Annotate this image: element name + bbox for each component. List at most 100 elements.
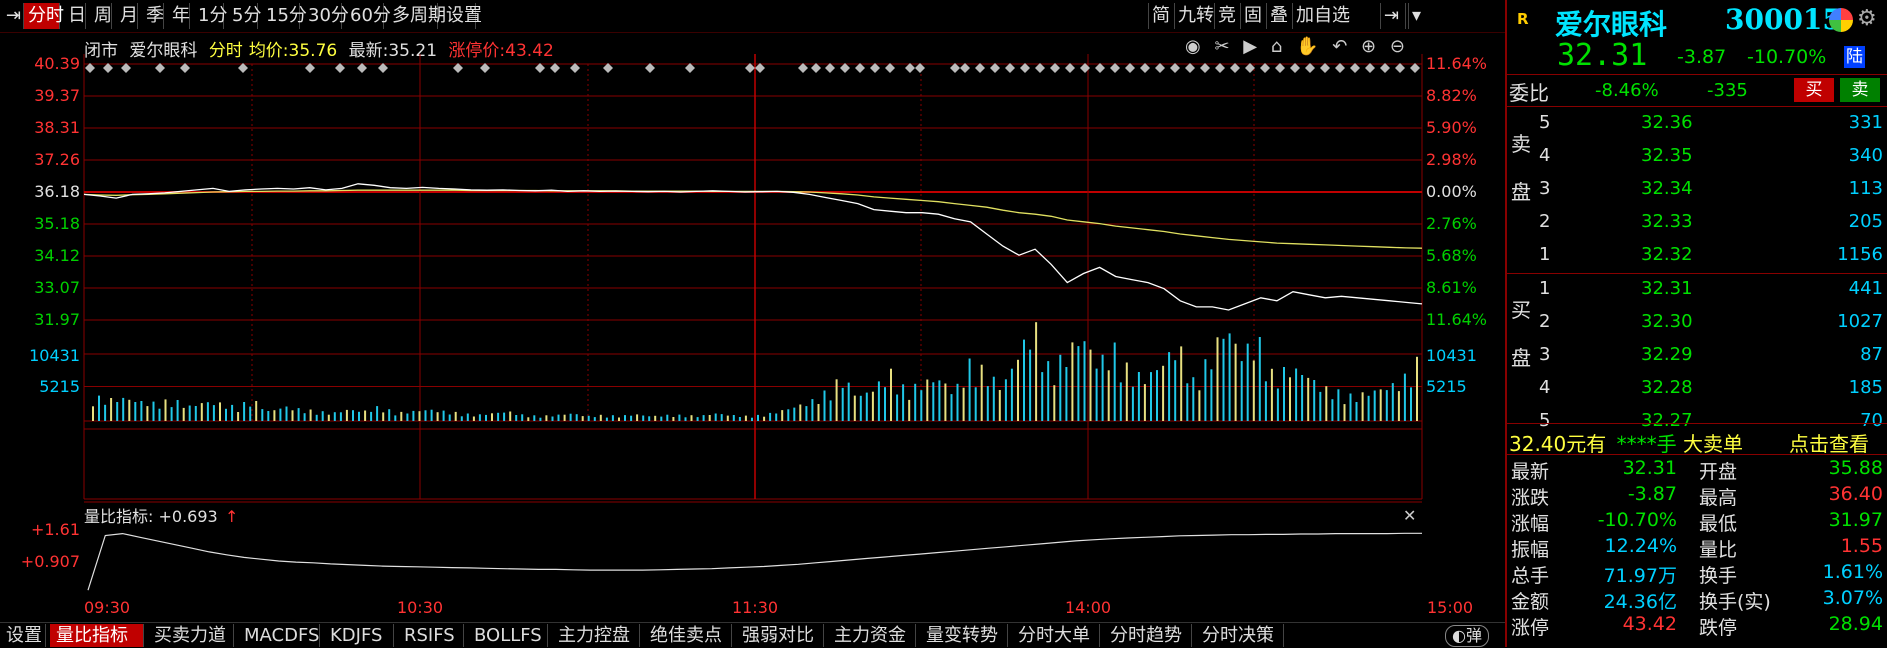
stat-label: 涨幅	[1511, 513, 1550, 535]
price-line	[83, 183, 1423, 311]
indicator-tab-3[interactable]: MACDFS	[238, 624, 320, 647]
volume-bar	[436, 412, 439, 421]
volume-bar	[448, 414, 451, 421]
stat-label: 最低	[1699, 513, 1738, 535]
indicator-tab-9[interactable]: 强弱对比	[736, 624, 824, 647]
period-tab-6[interactable]: 1分	[194, 3, 227, 29]
bid-level: 2	[1539, 311, 1551, 332]
ask-row[interactable]: 3 32.34 113	[1507, 174, 1887, 204]
volume-bar	[1240, 361, 1243, 421]
volume-bar	[992, 376, 995, 421]
indicator-tab-5[interactable]: RSIFS	[398, 624, 464, 647]
indicator-tab-13[interactable]: 分时趋势	[1104, 624, 1192, 647]
period-tab-8[interactable]: 15分	[262, 3, 307, 29]
volume-bar	[1355, 402, 1358, 421]
bid-row[interactable]: 2 32.30 1027	[1507, 307, 1887, 337]
y-tick-right: 8.82%	[1426, 86, 1477, 105]
indicator-tab-4[interactable]: KDJFS	[324, 624, 394, 647]
sell-button[interactable]: 卖	[1840, 78, 1880, 102]
stat-value: 24.36亿	[1603, 591, 1677, 613]
y-tick-left: 38.31	[34, 118, 80, 137]
intraday-chart[interactable]: 40.39 39.37 38.31 37.26 36.18 35.18 34.12 33.07…	[0, 32, 1505, 617]
pie-icon[interactable]	[1829, 8, 1853, 32]
ask-row[interactable]: 5 32.36 331	[1507, 108, 1887, 138]
pin-icon[interactable]: ⇥	[2, 3, 24, 29]
volume-bar	[835, 379, 838, 421]
bid-row[interactable]: 4 32.28 185	[1507, 373, 1887, 403]
toolbar-right-2[interactable]: 竞	[1214, 3, 1238, 29]
y-tick-left: 40.39	[34, 54, 80, 73]
volume-bar	[581, 416, 584, 421]
period-tab-0[interactable]: 分时	[24, 3, 64, 29]
big-order-link[interactable]: 点击查看	[1789, 428, 1869, 457]
volume-bar	[1252, 360, 1255, 421]
volume-bar	[1228, 333, 1231, 421]
bid-row[interactable]: 3 32.29 87	[1507, 340, 1887, 370]
toolbar-right-0[interactable]: 简	[1148, 3, 1172, 29]
x-tick: 15:00	[1427, 598, 1473, 617]
indicator-tab-11[interactable]: 量变转势	[920, 624, 1008, 647]
indicator-tab-12[interactable]: 分时大单	[1012, 624, 1100, 647]
volume-bar	[1295, 368, 1298, 421]
volume-bar	[116, 402, 119, 421]
volume-bar	[358, 411, 360, 421]
volume-bar	[1071, 342, 1074, 421]
dropdown-icon[interactable]: ▾	[1408, 3, 1430, 29]
ask-row[interactable]: 1 32.32 1156	[1507, 240, 1887, 270]
volume-bar	[1101, 354, 1104, 421]
period-tab-2[interactable]: 周	[90, 3, 112, 29]
indicator-tab-6[interactable]: BOLLFS	[468, 624, 548, 647]
period-tab-7[interactable]: 5分	[228, 3, 261, 29]
volume-bar	[128, 399, 131, 421]
volume-bar	[261, 409, 264, 421]
bid-side-label-1: 盘	[1511, 346, 1531, 370]
period-tab-5[interactable]: 年	[168, 3, 190, 29]
stat-label: 涨停	[1511, 617, 1550, 639]
indicator-tab-10[interactable]: 主力资金	[828, 624, 916, 647]
close-indicator-icon[interactable]: ✕	[1403, 506, 1416, 525]
ratio-line	[87, 532, 1422, 591]
volume-bar	[1010, 368, 1013, 421]
indicator-tab-0[interactable]: 设置	[0, 624, 46, 647]
bid-price: 32.31	[1641, 278, 1693, 299]
bid-level: 1	[1539, 278, 1551, 299]
volume-bar	[666, 414, 669, 421]
volume-bar	[1313, 380, 1316, 421]
settings-gear-icon[interactable]: ⚙	[1857, 6, 1877, 31]
volume-bar	[1379, 389, 1382, 421]
expand-icon[interactable]: ⇥	[1380, 3, 1406, 29]
period-tab-1[interactable]: 日	[64, 3, 86, 29]
big-order-row[interactable]: 32.40元有 ****手 大卖单	[1509, 428, 1743, 457]
ask-price: 32.36	[1641, 112, 1693, 133]
period-tab-3[interactable]: 月	[116, 3, 138, 29]
indicator-tab-8[interactable]: 绝佳卖点	[644, 624, 732, 647]
toolbar-right-1[interactable]: 九转	[1174, 3, 1214, 29]
volume-bar	[1301, 375, 1304, 421]
ask-row[interactable]: 2 32.33 205	[1507, 207, 1887, 237]
period-tab-12[interactable]: 设置	[442, 3, 482, 29]
volume-bar	[678, 414, 681, 421]
weibi-pct: -8.46%	[1595, 80, 1659, 101]
popup-toggle[interactable]: ◐弹	[1445, 625, 1489, 647]
ask-level: 2	[1539, 211, 1551, 232]
indicator-tab-2[interactable]: 买卖力道	[148, 624, 234, 647]
indicator-tab-14[interactable]: 分时决策	[1196, 624, 1284, 647]
bid-volume: 441	[1848, 278, 1883, 299]
volume-bar	[896, 394, 899, 421]
period-tab-11[interactable]: 多周期	[388, 3, 446, 29]
stat-value: 1.55	[1840, 535, 1883, 557]
ask-row[interactable]: 4 32.35 340	[1507, 141, 1887, 171]
stat-label: 最高	[1699, 487, 1738, 509]
bid-row[interactable]: 1 32.31 441	[1507, 274, 1887, 304]
period-tab-4[interactable]: 季	[142, 3, 164, 29]
indicator-tab-1[interactable]: 量比指标	[50, 624, 144, 647]
volume-bar	[539, 417, 542, 421]
toolbar-right-5[interactable]: 加自选	[1292, 3, 1350, 29]
period-tab-9[interactable]: 30分	[304, 3, 349, 29]
buy-button[interactable]: 买	[1794, 78, 1834, 102]
period-tab-10[interactable]: 60分	[346, 3, 391, 29]
toolbar-right-3[interactable]: 固	[1240, 3, 1264, 29]
indicator-tab-7[interactable]: 主力控盘	[552, 624, 640, 647]
volume-bar	[1234, 343, 1237, 421]
toolbar-right-4[interactable]: 叠	[1266, 3, 1290, 29]
